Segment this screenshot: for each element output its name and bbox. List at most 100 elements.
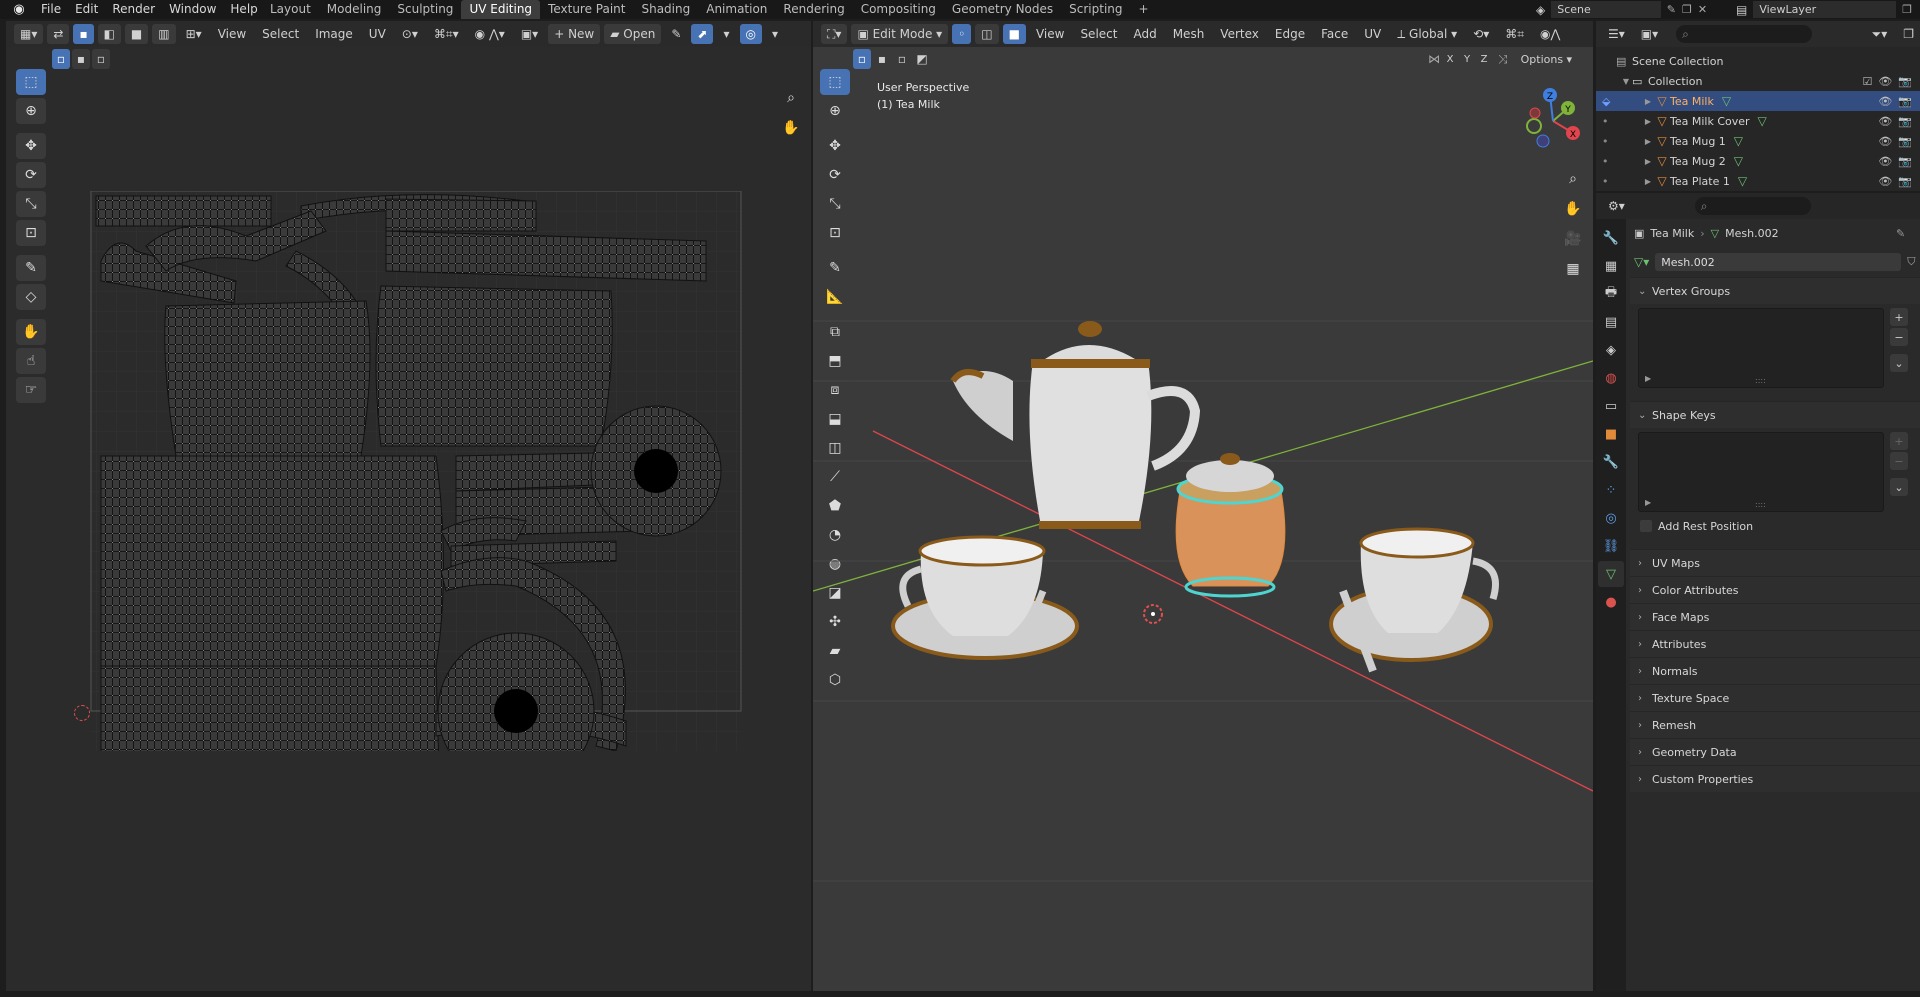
uv-gizmo-icon[interactable]: ⬈ [691,24,714,44]
resize-grip-icon[interactable]: :::: [1755,376,1766,385]
expand-arrow-icon[interactable]: ▶ [1645,374,1651,383]
menu-file[interactable]: File [34,0,68,19]
new-scene-icon[interactable]: ❐ [1682,3,1692,16]
viewport-scene[interactable] [813,21,1593,991]
select-subtract-icon[interactable]: ▫ [92,49,110,69]
sync-selection-icon[interactable]: ⇄ [47,24,70,44]
add-vertex-group-icon[interactable]: + [1890,308,1908,326]
tab-animation[interactable]: Animation [698,0,775,19]
remove-shape-key-icon[interactable]: − [1890,452,1908,470]
tab-geometry-nodes[interactable]: Geometry Nodes [944,0,1061,19]
properties-type-icon[interactable]: ⚙▾ [1602,196,1631,216]
rotate-tool-icon[interactable]: ⟳ [16,162,46,188]
2d-cursor-icon[interactable] [74,705,90,721]
cursor-tool-icon[interactable]: ⊕ [16,98,46,124]
outliner-item-tea-mug-2[interactable]: • ▶ ▽ Tea Mug 2 ▽ 👁 📷 [1596,151,1920,171]
visibility-eye-icon[interactable]: 👁 [1878,155,1892,168]
tab-particles-icon[interactable]: ⁘ [1598,477,1624,503]
vertex-groups-list[interactable]: ▶ :::: [1638,308,1884,388]
editor-type-icon[interactable]: ▦▾ [14,24,44,44]
tab-rendering[interactable]: Rendering [775,0,852,19]
outliner-item-tea-plate-1[interactable]: • ▶ ▽ Tea Plate 1 ▽ 👁 📷 [1596,171,1920,191]
pin-icon[interactable]: ✎ [1667,3,1676,16]
panel-texture-space[interactable]: › Texture Space [1630,684,1920,711]
tab-output-icon[interactable]: 🖶 [1598,281,1624,307]
tab-layout[interactable]: Layout [262,0,319,19]
menu-window[interactable]: Window [162,0,223,19]
cup-right-object[interactable] [1329,527,1499,673]
outliner-item-tea-mug-1[interactable]: • ▶ ▽ Tea Mug 1 ▽ 👁 📷 [1596,131,1920,151]
panel-attributes[interactable]: › Attributes [1630,630,1920,657]
tab-physics-icon[interactable]: ◎ [1598,505,1624,531]
move-tool-icon[interactable]: ✥ [16,133,46,159]
image-browse-icon[interactable]: ▣▾ [515,24,544,44]
vertex-groups-header[interactable]: ⌄ Vertex Groups [1630,277,1920,304]
display-mode-icon[interactable]: ▣▾ [1635,24,1664,44]
tab-compositing[interactable]: Compositing [853,0,944,19]
scene-collection-row[interactable]: ▤ Scene Collection [1596,51,1920,71]
expand-arrow-icon[interactable]: ▶ [1642,97,1654,106]
expand-arrow-icon[interactable]: ▶ [1642,157,1654,166]
tab-material-icon[interactable]: ● [1598,589,1624,615]
expand-arrow-icon[interactable]: ▶ [1642,117,1654,126]
tab-texture-paint[interactable]: Texture Paint [540,0,633,19]
collection-row[interactable]: ▼ ▭ Collection ☑ 👁 📷 [1596,71,1920,91]
menu-help[interactable]: Help [223,0,264,19]
select-new-icon[interactable]: ▫ [52,49,70,69]
expand-arrow-icon[interactable]: ▶ [1645,498,1651,507]
rip-tool-icon[interactable]: ◇ [16,284,46,310]
render-camera-icon[interactable]: 📷 [1898,75,1912,88]
add-shape-key-icon[interactable]: + [1890,432,1908,450]
fake-user-shield-icon[interactable]: ⛉ [1907,255,1915,269]
pin-icon[interactable]: ✎ [665,24,687,44]
vertex-group-specials-icon[interactable]: ⌄ [1890,354,1908,372]
panel-geometry-data[interactable]: › Geometry Data [1630,738,1920,765]
open-image-button[interactable]: ▰ Open [604,24,662,44]
outliner-type-icon[interactable]: ☰▾ [1602,24,1631,44]
add-rest-position-row[interactable]: Add Rest Position [1630,514,1920,538]
uv-menu-uv[interactable]: UV [363,24,392,44]
island-select-icon[interactable]: ▥ [152,24,176,44]
tab-constraints-icon[interactable]: ⛓ [1598,533,1624,559]
panel-custom-properties[interactable]: › Custom Properties [1630,765,1920,792]
uv-canvas[interactable] [56,191,756,751]
render-camera-icon[interactable]: 📷 [1898,115,1912,128]
panel-normals[interactable]: › Normals [1630,657,1920,684]
visibility-eye-icon[interactable]: 👁 [1878,115,1892,128]
tab-modeling[interactable]: Modeling [319,0,390,19]
face-select-icon[interactable]: ■ [124,24,149,44]
new-image-button[interactable]: + New [548,24,601,44]
uv-menu-image[interactable]: Image [309,24,359,44]
panel-uv-maps[interactable]: › UV Maps [1630,549,1920,576]
tab-collection-icon[interactable]: ▭ [1598,393,1624,419]
proportional-edit-icon[interactable]: ◉ ⋀▾ [469,24,511,44]
expand-arrow-icon[interactable]: ▶ [1642,177,1654,186]
tab-modifiers-icon[interactable]: 🔧 [1598,449,1624,475]
transform-tool-icon[interactable]: ⊡ [16,220,46,246]
resize-grip-icon[interactable]: :::: [1755,500,1766,509]
blender-logo-icon[interactable]: ◉ [6,1,32,18]
properties-search-input[interactable]: ⌕ [1694,197,1811,215]
tab-uv-editing[interactable]: UV Editing [461,0,541,19]
tab-object-icon[interactable]: ■ [1598,421,1624,447]
mesh-name-field[interactable]: Mesh.002 [1655,253,1902,271]
scene-name[interactable]: Scene [1551,1,1661,18]
expand-arrow-icon[interactable]: ▼ [1620,77,1632,86]
visibility-eye-icon[interactable]: 👁 [1878,95,1892,108]
expand-arrow-icon[interactable]: ▶ [1642,137,1654,146]
viewlayer-selector[interactable]: ▤ ViewLayer ❐ [1736,0,1912,19]
panel-face-maps[interactable]: › Face Maps [1630,603,1920,630]
tab-scripting[interactable]: Scripting [1061,0,1130,19]
remove-vertex-group-icon[interactable]: − [1890,328,1908,346]
viewlayer-name[interactable]: ViewLayer [1753,1,1897,18]
render-camera-icon[interactable]: 📷 [1898,95,1912,108]
add-workspace-icon[interactable]: + [1131,0,1157,19]
cup-left-object[interactable] [891,535,1079,660]
render-camera-icon[interactable]: 📷 [1898,135,1912,148]
gizmo-dropdown-icon[interactable]: ▾ [717,24,735,44]
tab-render-icon[interactable]: ▦ [1598,253,1624,279]
shape-keys-header[interactable]: ⌄ Shape Keys [1630,401,1920,428]
select-box-tool-icon[interactable]: ⬚ [16,69,46,95]
tab-scene-icon[interactable]: ◈ [1598,337,1624,363]
filter-icon[interactable]: ⏷▾ [1866,24,1894,44]
